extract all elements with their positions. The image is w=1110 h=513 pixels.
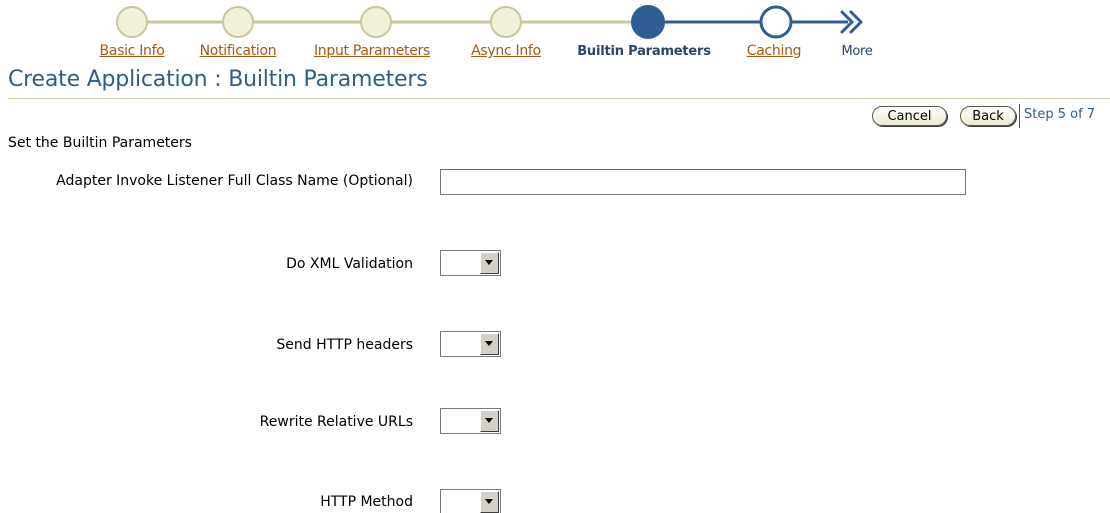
step-divider	[1019, 104, 1020, 128]
step-indicator: Step 5 of 7	[1024, 107, 1096, 122]
cancel-button[interactable]: Cancel	[872, 106, 947, 126]
wizard-train: Basic Info Notification Input Parameters…	[0, 0, 1110, 66]
train-stop-notification[interactable]	[222, 6, 254, 38]
train-stop-basic-info[interactable]	[116, 6, 148, 38]
chevron-down-icon[interactable]	[480, 491, 499, 513]
page: Basic Info Notification Input Parameters…	[0, 0, 1110, 513]
train-link-caching[interactable]: Caching	[747, 43, 802, 59]
train-link-input-parameters[interactable]: Input Parameters	[314, 43, 430, 59]
train-link-basic-info[interactable]: Basic Info	[99, 43, 164, 59]
train-graphic	[116, 5, 863, 39]
train-more-label[interactable]: More	[841, 44, 872, 59]
train-link-async-info[interactable]: Async Info	[471, 43, 541, 59]
rewrite-urls-select[interactable]	[440, 408, 501, 434]
train-stop-input-parameters[interactable]	[360, 6, 392, 38]
page-title: Create Application : Builtin Parameters	[8, 67, 428, 92]
chevron-down-icon[interactable]	[480, 410, 499, 432]
title-divider	[8, 98, 1110, 99]
rewrite-urls-label: Rewrite Relative URLs	[259, 414, 413, 430]
chevron-down-icon[interactable]	[480, 333, 499, 355]
http-method-select[interactable]	[440, 489, 501, 513]
xml-validation-label: Do XML Validation	[286, 256, 413, 272]
adapter-listener-input[interactable]	[440, 169, 966, 195]
instructions-text: Set the Builtin Parameters	[8, 135, 192, 151]
http-headers-select[interactable]	[440, 331, 501, 357]
train-stop-builtin-parameters	[631, 5, 665, 39]
train-link-notification[interactable]: Notification	[200, 43, 277, 59]
back-button[interactable]: Back	[960, 106, 1016, 126]
http-method-label: HTTP Method	[320, 494, 413, 510]
train-current-builtin-parameters: Builtin Parameters	[577, 44, 711, 59]
http-headers-label: Send HTTP headers	[276, 337, 413, 353]
chevron-down-icon[interactable]	[480, 252, 499, 274]
adapter-listener-label: Adapter Invoke Listener Full Class Name …	[56, 173, 413, 189]
wizard-navigation: Cancel Back Step 5 of 7	[0, 104, 1110, 130]
train-stop-caching[interactable]	[759, 5, 793, 39]
train-stop-async-info[interactable]	[490, 6, 522, 38]
xml-validation-select[interactable]	[440, 250, 501, 276]
